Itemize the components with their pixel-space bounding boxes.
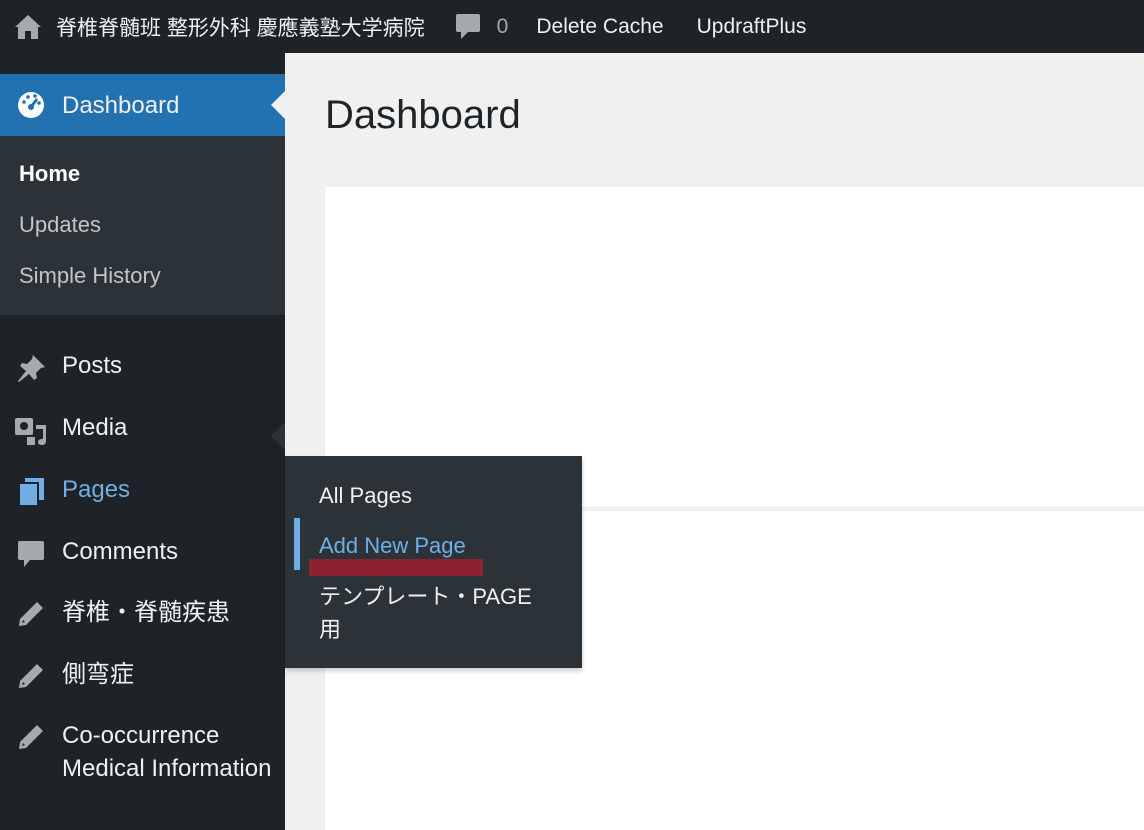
menu-dashboard-label: Dashboard [62,91,180,119]
comments-count: 0 [496,14,509,38]
main-content: Dashboard [285,53,1144,830]
pages-icon [0,473,62,507]
flyout-all-pages[interactable]: All Pages [319,479,569,512]
submenu-simple-history[interactable]: Simple History [19,263,161,289]
updraftplus-link[interactable]: UpdraftPlus [697,15,807,39]
current-menu-arrow [271,91,285,119]
menu-posts-label: Posts [62,352,123,379]
comments-link[interactable]: 0 [455,12,509,42]
page-title: Dashboard [325,93,521,137]
menu-posts[interactable]: Posts [0,349,285,383]
admin-sidebar: Dashboard Home Updates Simple History Po… [0,53,285,830]
home-icon[interactable] [0,0,56,53]
delete-cache-link[interactable]: Delete Cache [536,15,663,39]
pencil-icon [0,719,62,751]
pencil-icon [0,658,62,690]
menu-scoliosis[interactable]: 側弯症 [0,658,285,691]
media-icon [0,411,62,447]
menu-comments-label: Comments [62,538,179,565]
menu-spine-diseases[interactable]: 脊椎・脊髄疾患 [0,596,285,629]
menu-pages-label: Pages [62,476,131,503]
pages-flyout-menu: All Pages Add New Page テンプレート・PAGE用 [285,456,582,668]
dashboard-gauge-icon [0,90,62,120]
pencil-icon [0,596,62,628]
flyout-current-indicator [294,518,300,570]
flyout-template-page[interactable]: テンプレート・PAGE用 [319,580,549,646]
dashboard-submenu: Home Updates Simple History [0,136,285,315]
menu-scoliosis-label: 側弯症 [62,661,134,688]
menu-dashboard[interactable]: Dashboard [0,74,285,136]
site-title-link[interactable]: 脊椎脊髄班 整形外科 慶應義塾大学病院 [56,12,425,42]
comment-bubble-icon [455,13,480,39]
menu-co-occurrence-label: Co-occurrence Medical Information [62,722,272,782]
menu-co-occurrence[interactable]: Co-occurrence Medical Information [0,719,285,785]
flyout-pointer [271,422,285,450]
menu-media[interactable]: Media [0,411,285,447]
highlight-underline-mark [309,559,483,576]
submenu-updates[interactable]: Updates [19,212,101,238]
comment-icon [0,535,62,569]
menu-spine-diseases-label: 脊椎・脊髄疾患 [62,599,230,626]
menu-comments[interactable]: Comments [0,535,285,569]
pin-icon [0,349,62,383]
menu-media-label: Media [62,414,128,441]
submenu-home[interactable]: Home [19,161,80,187]
flyout-add-new-page[interactable]: Add New Page [319,529,569,562]
menu-pages[interactable]: Pages [0,473,285,507]
admin-bar: 脊椎脊髄班 整形外科 慶應義塾大学病院 0 Delete Cache Updra… [0,0,1144,53]
